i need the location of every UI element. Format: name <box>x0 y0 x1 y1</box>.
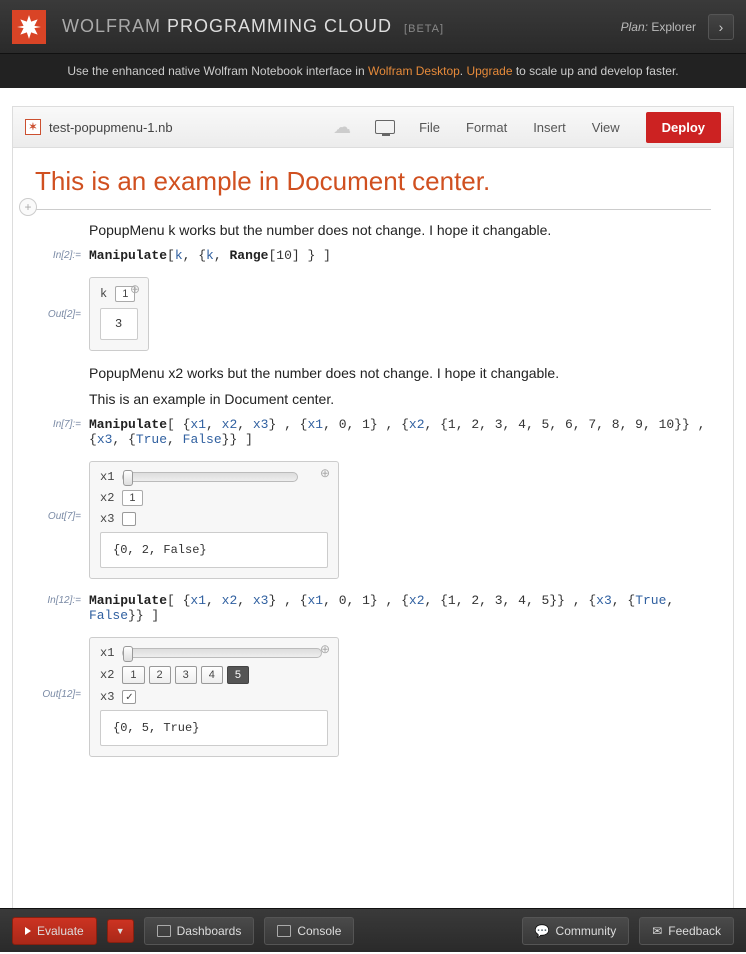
popup-menu-x2[interactable]: 1 <box>122 490 142 506</box>
setter-option-4[interactable]: 4 <box>201 666 223 684</box>
checkbox-x3[interactable]: ✓ <box>122 690 136 704</box>
checkbox-x3[interactable] <box>122 512 136 526</box>
manipulate-panel-1: ⊕ k 1 3 <box>89 277 149 351</box>
slider-x1[interactable] <box>122 472 298 482</box>
manipulate-panel-2: ⊕ x1 x2 1 x3 {0, 2, False} <box>89 461 339 579</box>
menu-view[interactable]: View <box>592 120 620 135</box>
in-label-2: In[2]:= <box>35 248 89 263</box>
dashboard-icon <box>157 925 171 937</box>
setter-option-2[interactable]: 2 <box>149 666 171 684</box>
notebook-file-icon: ✶ <box>25 119 41 135</box>
control-label-x2: x2 <box>100 491 114 505</box>
community-button[interactable]: 💬Community <box>522 917 630 945</box>
bottom-bar: Evaluate ▼ Dashboards Console 💬Community… <box>0 908 746 952</box>
evaluate-button[interactable]: Evaluate <box>12 917 97 945</box>
manipulate-result-2: {0, 2, False} <box>100 532 328 568</box>
slider-thumb-icon[interactable] <box>123 470 133 486</box>
dashboards-button[interactable]: Dashboards <box>144 917 255 945</box>
setter-option-5[interactable]: 5 <box>227 666 249 684</box>
menu-insert[interactable]: Insert <box>533 120 566 135</box>
speech-icon: 💬 <box>535 924 550 938</box>
notebook-title: This is an example in Document center. <box>35 166 711 197</box>
manipulate-options-icon[interactable]: ⊕ <box>320 466 330 480</box>
manipulate-options-icon[interactable]: ⊕ <box>130 282 140 296</box>
manipulate-result-3: {0, 5, True} <box>100 710 328 746</box>
out-label-12: Out[12]= <box>35 633 89 757</box>
in-label-12: In[12]:= <box>35 593 89 623</box>
control-label-x3: x3 <box>100 690 114 704</box>
top-header: WOLFRAM PROGRAMMING CLOUD [BETA] Plan: E… <box>0 0 746 54</box>
brand-title: WOLFRAM PROGRAMMING CLOUD [BETA] <box>62 16 444 37</box>
control-label-k: k <box>100 287 107 301</box>
control-label-x1: x1 <box>100 470 114 484</box>
out-label-7: Out[7]= <box>35 457 89 579</box>
title-divider <box>35 209 711 210</box>
notebook-toolbar: ✶ test-popupmenu-1.nb ☁ File Format Inse… <box>12 106 734 148</box>
menu-file[interactable]: File <box>419 120 440 135</box>
play-icon <box>25 927 31 935</box>
text-cell-2: PopupMenu x2 works but the number does n… <box>89 365 711 381</box>
cloud-sync-icon[interactable]: ☁ <box>333 117 351 138</box>
promo-banner: Use the enhanced native Wolfram Notebook… <box>0 54 746 88</box>
wolfram-logo-icon[interactable] <box>12 10 46 44</box>
deploy-button[interactable]: Deploy <box>646 112 721 143</box>
slider-x1[interactable] <box>122 648 322 658</box>
present-icon[interactable] <box>375 120 395 134</box>
setter-option-3[interactable]: 3 <box>175 666 197 684</box>
manipulate-result-1: 3 <box>100 308 138 340</box>
notebook-body: + This is an example in Document center.… <box>12 148 734 908</box>
add-cell-button[interactable]: + <box>19 198 37 216</box>
text-cell-3: This is an example in Document center. <box>89 391 711 407</box>
in-label-7: In[7]:= <box>35 417 89 447</box>
wolfram-desktop-link[interactable]: Wolfram Desktop <box>368 64 460 78</box>
control-label-x3: x3 <box>100 512 114 526</box>
console-button[interactable]: Console <box>264 917 354 945</box>
input-cell-7[interactable]: Manipulate[ {x1, x2, x3} , {x1, 0, 1} , … <box>89 417 711 447</box>
control-label-x2: x2 <box>100 668 114 682</box>
slider-thumb-icon[interactable] <box>123 646 133 662</box>
evaluate-dropdown[interactable]: ▼ <box>107 919 134 943</box>
setter-option-1[interactable]: 1 <box>122 666 144 684</box>
upgrade-link[interactable]: Upgrade <box>466 64 512 78</box>
console-icon <box>277 925 291 937</box>
setter-bar-x2: 12345 <box>122 666 249 684</box>
input-cell-12[interactable]: Manipulate[ {x1, x2, x3} , {x1, 0, 1} , … <box>89 593 711 623</box>
expand-button[interactable]: › <box>708 14 734 40</box>
plan-label[interactable]: Plan: Explorer <box>621 20 696 34</box>
out-label-2: Out[2]= <box>35 273 89 351</box>
menu-format[interactable]: Format <box>466 120 507 135</box>
text-cell-1: PopupMenu k works but the number does no… <box>89 222 711 238</box>
feedback-icon: ✉ <box>652 924 662 938</box>
feedback-button[interactable]: ✉Feedback <box>639 917 734 945</box>
manipulate-panel-3: ⊕ x1 x2 12345 x3 ✓ {0, 5, True} <box>89 637 339 757</box>
input-cell-2[interactable]: Manipulate[k, {k, Range[10] } ] <box>89 248 711 263</box>
notebook-filename[interactable]: test-popupmenu-1.nb <box>49 120 173 135</box>
control-label-x1: x1 <box>100 646 114 660</box>
